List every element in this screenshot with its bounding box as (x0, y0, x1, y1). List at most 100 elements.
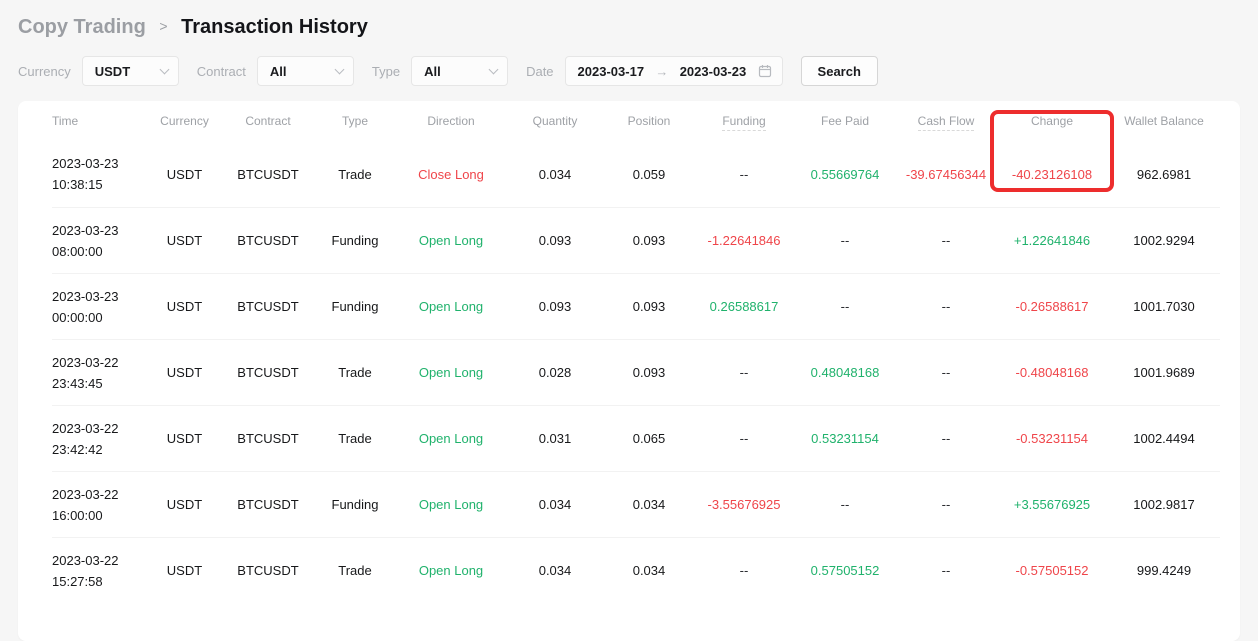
cell-quantity: 0.028 (506, 365, 604, 380)
cell-fee-paid: 0.57505152 (794, 563, 896, 578)
table-row: 2023-03-22 15:27:58 USDT BTCUSDT Trade O… (52, 537, 1220, 603)
breadcrumb-parent[interactable]: Copy Trading (18, 16, 146, 38)
breadcrumb: Copy Trading > Transaction History (0, 0, 1258, 41)
date-start-value: 2023-03-17 (578, 64, 645, 79)
cell-funding: -- (694, 563, 794, 578)
cell-time-date: 2023-03-22 (52, 550, 147, 571)
cell-direction: Close Long (396, 167, 506, 182)
search-button[interactable]: Search (801, 56, 878, 86)
cell-change: -0.48048168 (996, 365, 1108, 380)
cell-fee-paid: 0.55669764 (794, 167, 896, 182)
cell-contract: BTCUSDT (222, 497, 314, 512)
cell-time-date: 2023-03-22 (52, 418, 147, 439)
contract-filter-label: Contract (197, 64, 246, 79)
table-row: 2023-03-22 16:00:00 USDT BTCUSDT Funding… (52, 471, 1220, 537)
cell-funding: -1.22641846 (694, 233, 794, 248)
cell-quantity: 0.093 (506, 299, 604, 314)
cell-time: 2023-03-23 00:00:00 (52, 286, 147, 328)
cell-direction: Open Long (396, 431, 506, 446)
cell-type: Funding (314, 497, 396, 512)
cell-currency: USDT (147, 431, 222, 446)
cell-quantity: 0.034 (506, 167, 604, 182)
cell-direction: Open Long (396, 365, 506, 380)
column-header-funding: Funding (694, 114, 794, 128)
cell-funding: -- (694, 167, 794, 182)
cell-cash-flow: -39.67456344 (896, 167, 996, 182)
cell-direction: Open Long (396, 497, 506, 512)
cell-position: 0.034 (604, 563, 694, 578)
contract-select[interactable]: All (257, 56, 354, 86)
cell-time-clock: 10:38:15 (52, 174, 147, 195)
cell-time-date: 2023-03-22 (52, 352, 147, 373)
cell-funding: -3.55676925 (694, 497, 794, 512)
cell-type: Funding (314, 233, 396, 248)
cell-direction: Open Long (396, 563, 506, 578)
cell-contract: BTCUSDT (222, 365, 314, 380)
type-select[interactable]: All (411, 56, 508, 86)
cell-type: Trade (314, 431, 396, 446)
cell-contract: BTCUSDT (222, 299, 314, 314)
column-header-position: Position (604, 114, 694, 128)
type-filter-label: Type (372, 64, 400, 79)
type-select-value: All (424, 64, 441, 79)
cell-position: 0.093 (604, 365, 694, 380)
calendar-icon (758, 64, 772, 78)
cell-quantity: 0.034 (506, 563, 604, 578)
currency-select[interactable]: USDT (82, 56, 179, 86)
cell-direction: Open Long (396, 299, 506, 314)
cell-cash-flow: -- (896, 299, 996, 314)
chevron-down-icon (489, 64, 499, 74)
table-header-row: TimeCurrencyContractTypeDirectionQuantit… (52, 101, 1220, 141)
cell-change: +3.55676925 (996, 497, 1108, 512)
cell-wallet-balance: 999.4249 (1108, 563, 1220, 578)
cell-type: Trade (314, 365, 396, 380)
cell-time-clock: 23:43:45 (52, 373, 147, 394)
table-row: 2023-03-23 00:00:00 USDT BTCUSDT Funding… (52, 273, 1220, 339)
cell-time-clock: 23:42:42 (52, 439, 147, 460)
cell-contract: BTCUSDT (222, 563, 314, 578)
cell-time: 2023-03-22 23:43:45 (52, 352, 147, 394)
cell-wallet-balance: 1001.7030 (1108, 299, 1220, 314)
table-row: 2023-03-22 23:42:42 USDT BTCUSDT Trade O… (52, 405, 1220, 471)
cell-change: -40.23126108 (996, 167, 1108, 182)
cell-fee-paid: -- (794, 299, 896, 314)
cell-quantity: 0.093 (506, 233, 604, 248)
column-header-direction: Direction (396, 114, 506, 128)
cell-time-clock: 15:27:58 (52, 571, 147, 592)
cell-wallet-balance: 1001.9689 (1108, 365, 1220, 380)
column-header-time: Time (52, 114, 147, 128)
cell-wallet-balance: 1002.9817 (1108, 497, 1220, 512)
cell-fee-paid: 0.53231154 (794, 431, 896, 446)
cell-type: Funding (314, 299, 396, 314)
contract-select-value: All (270, 64, 287, 79)
cell-wallet-balance: 962.6981 (1108, 167, 1220, 182)
cell-time: 2023-03-22 16:00:00 (52, 484, 147, 526)
cell-funding: 0.26588617 (694, 299, 794, 314)
cell-cash-flow: -- (896, 563, 996, 578)
cell-time: 2023-03-22 15:27:58 (52, 550, 147, 592)
cell-change: -0.26588617 (996, 299, 1108, 314)
table-body: 2023-03-23 10:38:15 USDT BTCUSDT Trade C… (52, 141, 1220, 603)
transaction-table-card: TimeCurrencyContractTypeDirectionQuantit… (18, 101, 1240, 641)
cell-change: +1.22641846 (996, 233, 1108, 248)
column-header-currency: Currency (147, 114, 222, 128)
cell-cash-flow: -- (896, 431, 996, 446)
column-header-fee-paid: Fee Paid (794, 114, 896, 128)
cell-cash-flow: -- (896, 365, 996, 380)
cell-position: 0.093 (604, 299, 694, 314)
cell-currency: USDT (147, 563, 222, 578)
chevron-down-icon (334, 64, 344, 74)
date-filter-label: Date (526, 64, 553, 79)
cell-quantity: 0.034 (506, 497, 604, 512)
cell-currency: USDT (147, 167, 222, 182)
column-header-contract: Contract (222, 114, 314, 128)
cell-fee-paid: -- (794, 233, 896, 248)
cell-contract: BTCUSDT (222, 167, 314, 182)
page-title: Transaction History (181, 16, 368, 38)
cell-time-date: 2023-03-23 (52, 153, 147, 174)
date-end-value: 2023-03-23 (680, 64, 747, 79)
table-row: 2023-03-22 23:43:45 USDT BTCUSDT Trade O… (52, 339, 1220, 405)
cell-position: 0.034 (604, 497, 694, 512)
cell-change: -0.57505152 (996, 563, 1108, 578)
date-range-picker[interactable]: 2023-03-17 → 2023-03-23 (565, 56, 783, 86)
